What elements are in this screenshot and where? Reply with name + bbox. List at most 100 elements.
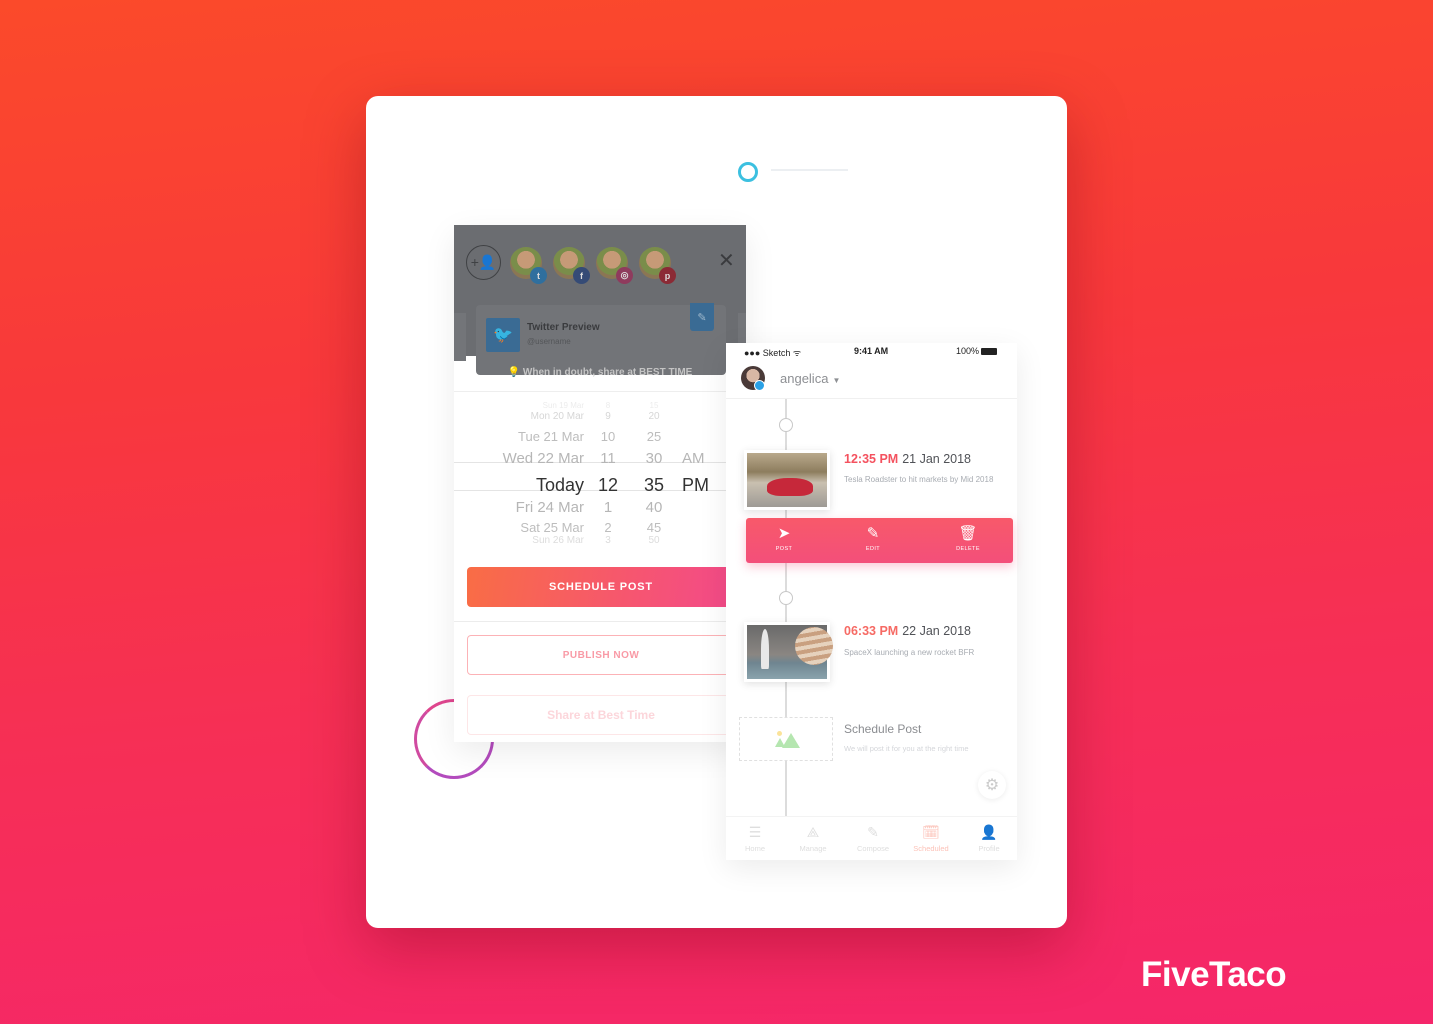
rocket-image	[761, 629, 769, 669]
timeline-node	[779, 418, 793, 432]
post-thumbnail-spacex[interactable]	[744, 622, 833, 682]
compose-icon: ✎	[867, 824, 879, 840]
pencil-icon: ✎	[866, 525, 880, 542]
tab-profile[interactable]: 👤 Profile	[961, 823, 1017, 853]
progress-ring-icon	[738, 162, 758, 182]
schedule-post-desc: We will post it for you at the right tim…	[844, 744, 969, 753]
picker-minute: 40	[645, 499, 663, 516]
picker-row[interactable]: Sun 26 Mar 3 50	[454, 535, 746, 557]
post-thumbnail-tesla[interactable]	[744, 450, 830, 510]
carrier-label: ●●● Sketch	[744, 348, 791, 358]
preview-title: Twitter Preview	[527, 322, 600, 333]
picker-day: Tue 21 Mar	[518, 429, 584, 444]
schedule-post-button[interactable]: SCHEDULE POST	[467, 567, 735, 607]
twitter-icon: 🐦	[486, 318, 520, 352]
picker-hour: 2	[604, 520, 612, 535]
picker-minute: 45	[646, 520, 662, 535]
picker-ampm: PM	[682, 475, 709, 495]
picker-day: Fri 24 Mar	[515, 499, 584, 516]
preview-card-prev	[454, 313, 466, 361]
twitter-icon: t	[530, 267, 547, 284]
facebook-icon: f	[573, 267, 590, 284]
picker-row[interactable]: Fri 24 Mar 1 40	[454, 499, 746, 521]
post-date: 22 Jan 2018	[902, 624, 972, 638]
picker-ampm: AM	[682, 450, 705, 467]
add-image-placeholder[interactable]	[739, 717, 833, 761]
picker-minute: 35	[643, 475, 665, 495]
picker-minute: 25	[646, 429, 662, 444]
hint-text: When in doubt, share at BEST TIME	[522, 367, 693, 378]
tab-manage[interactable]: ⟁ Manage	[785, 823, 841, 853]
delete-action-button[interactable]: 🗑 DELETE	[948, 525, 988, 552]
scheduled-posts-screen: ●●● Sketch ᯤ 9:41 AM 100% angelica ▼ 12:3…	[726, 343, 1017, 860]
account-avatar-pinterest[interactable]: p	[639, 247, 676, 284]
account-avatar-instagram[interactable]: ◎	[596, 247, 633, 284]
account-avatar-facebook[interactable]: f	[553, 247, 590, 284]
close-icon[interactable]: ✕	[718, 248, 735, 273]
instagram-icon: ◎	[616, 267, 633, 284]
clock: 9:41 AM	[854, 346, 889, 356]
wifi-icon: ᯤ	[792, 348, 802, 358]
picker-minute: 20	[648, 411, 660, 422]
tab-home[interactable]: ☰ Home	[727, 823, 783, 853]
car-image	[767, 478, 813, 496]
picker-hour: 8	[605, 401, 611, 410]
picker-hour: 12	[597, 475, 619, 495]
post-description: SpaceX launching a new rocket BFR	[844, 648, 975, 657]
picker-day: Wed 22 Mar	[502, 450, 584, 467]
post-time: 12:35 PM 21 Jan 2018	[844, 452, 972, 466]
picker-minute: 50	[648, 535, 660, 546]
picker-day: Today	[535, 475, 584, 495]
picker-row[interactable]: Wed 22 Mar 11 30 AM	[454, 450, 746, 472]
trash-icon: 🗑	[958, 525, 978, 542]
picker-minute: 30	[645, 450, 663, 467]
twitter-badge-icon	[754, 380, 765, 391]
picker-row-selected[interactable]: Today 12 35 PM	[454, 475, 746, 497]
picker-day: Sat 25 Mar	[520, 520, 584, 535]
add-user-button[interactable]: +👤	[466, 245, 501, 280]
account-avatar-twitter[interactable]: t	[510, 247, 547, 284]
brand-logo: FiveTaco	[1141, 955, 1287, 994]
share-best-time-button[interactable]: Share at Best Time	[467, 695, 735, 735]
account-name: angelica	[780, 371, 829, 386]
picker-hour: 11	[600, 450, 616, 467]
picker-day: Sun 26 Mar	[532, 535, 584, 546]
add-user-icon: +👤	[470, 254, 497, 270]
schedule-panel: +👤 t f ◎ p ✕ 🐦 Twitter Preview @username…	[454, 225, 746, 742]
date-time-picker[interactable]: Sun 19 Mar 8 15 Mon 20 Mar 9 20 Tue 21 Mar 10 25…	[454, 401, 746, 546]
post-action-button[interactable]: ➤ POST	[764, 525, 804, 552]
send-icon: ➤	[777, 525, 791, 542]
lightbulb-icon: 💡	[507, 367, 521, 378]
account-switcher[interactable]: angelica ▼	[726, 363, 1017, 399]
picker-hour: 10	[600, 429, 616, 444]
post-description: Tesla Roadster to hit markets by Mid 201…	[844, 475, 994, 484]
caret-down-icon: ▼	[832, 376, 841, 385]
picker-hour: 3	[605, 535, 611, 546]
tab-scheduled[interactable]: 🗓 Scheduled	[903, 823, 959, 853]
post-action-bar: ➤ POST ✎ EDIT 🗑 DELETE	[746, 518, 1013, 563]
edit-action-button[interactable]: ✎ EDIT	[853, 525, 893, 552]
publish-now-button[interactable]: PUBLISH NOW	[467, 635, 735, 675]
edit-icon[interactable]: ✎	[690, 303, 714, 331]
status-bar: ●●● Sketch ᯤ 9:41 AM 100%	[726, 346, 1017, 360]
post-time: 06:33 PM 22 Jan 2018	[844, 624, 972, 638]
tab-compose[interactable]: ✎ Compose	[845, 823, 901, 853]
planet-image	[795, 627, 833, 665]
divider	[454, 621, 746, 622]
schedule-post-title: Schedule Post	[844, 722, 922, 736]
gear-icon[interactable]: ⚙	[978, 771, 1006, 799]
profile-icon: 👤	[980, 824, 998, 840]
picker-hour: 9	[605, 411, 611, 422]
battery-label: 100%	[955, 346, 979, 356]
post-date: 21 Jan 2018	[902, 452, 972, 466]
picker-row[interactable]: Tue 21 Mar 10 25	[454, 429, 746, 451]
picker-day: Sun 19 Mar	[542, 401, 584, 410]
account-overlay: +👤 t f ◎ p ✕ 🐦 Twitter Preview @username…	[454, 225, 746, 375]
home-icon: ☰	[748, 824, 762, 840]
tab-bar: ☰ Home ⟁ Manage ✎ Compose 🗓 Scheduled 👤 Profi…	[726, 816, 1017, 860]
decorative-line	[771, 169, 848, 171]
best-time-hint: 💡 When in doubt, share at BEST TIME	[454, 356, 746, 392]
calendar-clock-icon: 🗓	[922, 824, 940, 840]
timeline-node	[779, 591, 793, 605]
network-icon: ⟁	[806, 824, 820, 840]
